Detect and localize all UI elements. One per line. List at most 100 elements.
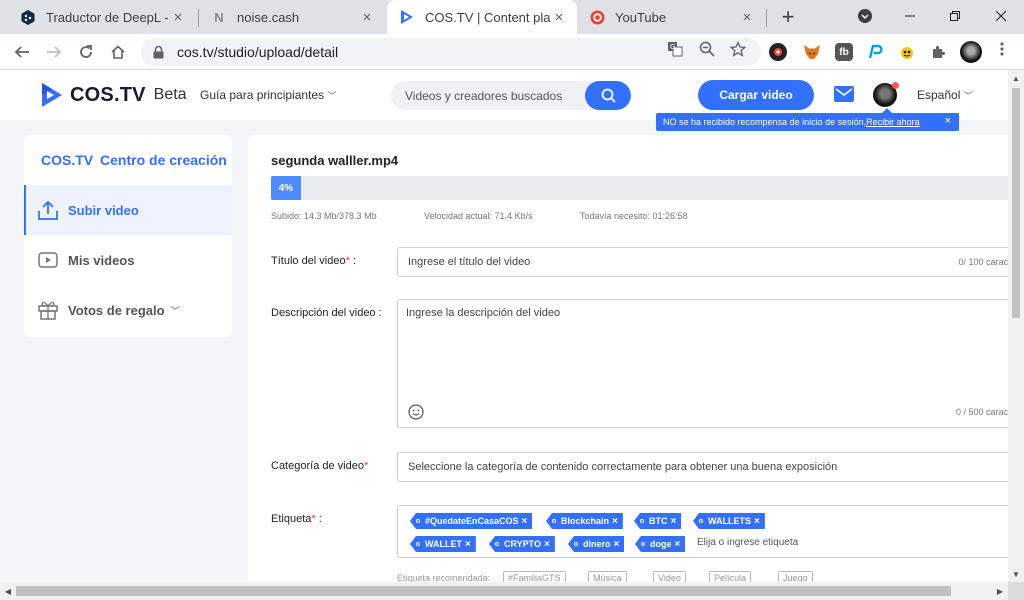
tab-youtube[interactable]: YouTube ×	[577, 0, 765, 34]
vertical-scrollbar[interactable]: ▲ ▼	[1008, 70, 1024, 582]
description-placeholder: Ingrese la descripción del video	[406, 307, 561, 319]
sidebar-item-my-videos[interactable]: Mis videos	[24, 235, 232, 285]
minimize-icon[interactable]	[887, 0, 933, 32]
close-icon[interactable]: ×	[945, 115, 951, 127]
forward-icon[interactable]	[42, 40, 66, 64]
restore-icon[interactable]	[932, 0, 978, 32]
lock-icon[interactable]	[153, 45, 167, 59]
metamask-icon[interactable]	[803, 43, 821, 61]
progress-label: 4%	[278, 182, 294, 194]
tab-costv[interactable]: COS.TV | Content platfo ×	[387, 0, 577, 34]
scrollbar-thumb[interactable]	[1012, 88, 1020, 318]
menu-dots-icon[interactable]	[992, 39, 1012, 59]
back-icon[interactable]	[10, 40, 34, 64]
recommended-tag[interactable]: Película	[709, 571, 752, 582]
search-input[interactable]: Videos y creadores buscados	[391, 89, 585, 103]
translate-icon[interactable]: G	[665, 39, 685, 59]
title-label-text: Título del video	[271, 255, 346, 267]
extensions-puzzle-icon[interactable]	[929, 43, 947, 61]
tag-text: WALLETS	[708, 516, 751, 526]
close-window-icon[interactable]	[978, 0, 1024, 32]
tags-input-box[interactable]: #QuedateEnCasaCOS × Blockchain × BTC × WALL…	[397, 505, 1008, 558]
browser-toolbar: cos.tv/studio/upload/detail G fb	[0, 34, 1024, 70]
search-button[interactable]	[585, 81, 631, 110]
url-text: cos.tv/studio/upload/detail	[177, 44, 339, 60]
category-label-text: Categoría de video	[271, 460, 364, 472]
bookmark-star-icon[interactable]	[728, 39, 748, 59]
title-input[interactable]: Ingrese el título del video 0/ 100 carac…	[397, 247, 1008, 277]
close-icon[interactable]: ×	[551, 9, 567, 26]
upload-icon	[36, 198, 60, 222]
recommended-tag[interactable]: Música	[588, 571, 627, 582]
costv-logo[interactable]: COS.TV Beta	[40, 80, 187, 110]
close-icon[interactable]: ×	[170, 9, 186, 26]
tags-label-text: Etiqueta	[271, 513, 312, 525]
tag-remove-icon[interactable]: ×	[675, 539, 681, 550]
tooltip-text: NO se ha recibido recompensa de inicio d…	[663, 117, 867, 127]
upload-video-button[interactable]: Cargar video	[698, 80, 814, 110]
receive-now-link[interactable]: Recibir ahora	[866, 117, 920, 127]
close-icon[interactable]: ×	[359, 9, 375, 26]
extension-5-icon[interactable]	[898, 43, 916, 61]
progress-fill: 4%	[271, 176, 301, 200]
tab-noisecash[interactable]: N noise.cash ×	[199, 0, 385, 34]
tag-chip: dinero ×	[568, 536, 625, 552]
recommended-tag[interactable]: Juego	[778, 571, 813, 582]
tag-chip: doge ×	[635, 536, 686, 552]
scroll-up-arrow-icon[interactable]: ▲	[1008, 70, 1024, 86]
tab-search-icon[interactable]	[842, 0, 888, 32]
chevron-down-icon: ﹀	[963, 91, 973, 101]
tag-remove-icon[interactable]: ×	[522, 516, 528, 527]
tag-remove-icon[interactable]: ×	[754, 516, 760, 527]
emoji-icon[interactable]	[408, 404, 424, 423]
zoom-icon[interactable]	[697, 39, 717, 59]
sidebar-item-label: Mis videos	[68, 252, 135, 268]
tab-title: YouTube	[615, 9, 667, 25]
home-icon[interactable]	[106, 40, 130, 64]
mail-icon[interactable]	[834, 86, 854, 107]
recommended-tag[interactable]: #FamiliaGTS	[503, 571, 566, 582]
sidebar-item-upload[interactable]: Subir video	[24, 185, 232, 235]
tag-text: doge	[650, 539, 672, 549]
tag-remove-icon[interactable]: ×	[465, 539, 471, 550]
tag-text: Blockchain	[561, 516, 610, 526]
sidebar-item-gift-votes[interactable]: Votos de regalo ﹀	[24, 285, 232, 335]
required-asterisk: *	[363, 460, 369, 472]
scroll-right-arrow-icon[interactable]: ▶	[992, 583, 1008, 599]
uploaded-size: Subido: 14.3 Mb/378.3 Mb	[271, 211, 377, 221]
close-icon[interactable]: ×	[739, 9, 755, 26]
tag-text: #QuedateEnCasaCOS	[425, 516, 519, 526]
tag-chip: WALLETS ×	[693, 513, 765, 529]
notification-dot	[892, 82, 899, 89]
search-box[interactable]: Videos y creadores buscados	[391, 81, 631, 110]
scroll-down-arrow-icon[interactable]: ▼	[1008, 566, 1024, 582]
extension-fb-icon[interactable]: fb	[835, 43, 853, 61]
description-textarea[interactable]: Ingrese la descripción del video 0 / 500…	[397, 299, 1008, 428]
recommended-tags-label: Etiqueta recomendada:	[397, 573, 491, 582]
upload-speed: Velocidad actual: 71.4 Kb/s	[424, 211, 533, 221]
scroll-left-arrow-icon[interactable]: ◀	[0, 583, 16, 599]
guide-menu[interactable]: Guía para principiantes ﹀	[200, 88, 336, 102]
language-selector[interactable]: Español ﹀	[917, 88, 973, 102]
tag-remove-icon[interactable]: ×	[671, 516, 677, 527]
tag-chip: WALLET ×	[410, 536, 476, 552]
tag-remove-icon[interactable]: ×	[544, 539, 550, 550]
extension-1-icon[interactable]	[769, 43, 787, 61]
tag-text: dinero	[583, 539, 611, 549]
tag-input[interactable]: Elija o ingrese etiqueta	[697, 537, 798, 548]
tag-remove-icon[interactable]: ×	[614, 539, 620, 550]
required-asterisk: *	[345, 255, 350, 267]
scrollbar-thumb[interactable]	[16, 586, 951, 596]
tab-deepl[interactable]: Traductor de DeepL - D ×	[8, 0, 196, 34]
sidebar-title: COS.TV Centro de creación	[41, 152, 227, 168]
video-icon	[36, 248, 60, 272]
recommended-tag[interactable]: Video	[653, 571, 686, 582]
tag-remove-icon[interactable]: ×	[612, 516, 618, 527]
new-tab-button[interactable]: +	[776, 4, 800, 29]
profile-avatar[interactable]	[960, 41, 982, 63]
browser-tabstrip: Traductor de DeepL - D × N noise.cash × …	[0, 0, 1024, 34]
reload-icon[interactable]	[74, 40, 98, 64]
category-select[interactable]: Seleccione la categoría de contenido cor…	[397, 452, 1008, 482]
extension-p-icon[interactable]	[866, 43, 884, 61]
horizontal-scrollbar[interactable]: ◀ ▶	[0, 582, 1008, 600]
